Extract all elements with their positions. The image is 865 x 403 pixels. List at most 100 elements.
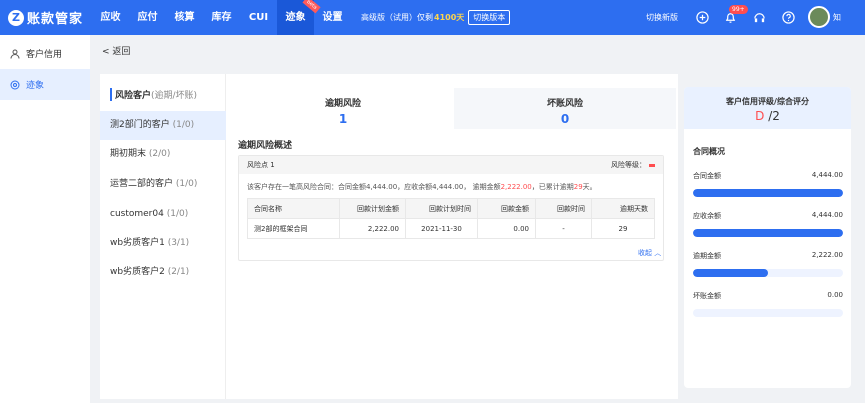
cell-overdue-days: 29 (591, 218, 655, 239)
nav-item-cui[interactable]: CUI (240, 0, 277, 35)
edition-days: 4100天 (434, 13, 465, 22)
user-icon (10, 49, 20, 59)
sidebar: 客户信用 迹象 (0, 35, 90, 403)
credit-header: 客户信用评级/综合评分 D /2 (684, 87, 851, 129)
overview-title: 逾期风险概述 (238, 141, 293, 151)
nav-item-signals[interactable]: 迹象 beta (277, 0, 321, 35)
top-navigation-bar: Z 账款管家 应收 应付 核算 库存 CUI 迹象 beta 设置 高级版（试用… (0, 0, 865, 35)
customer-list-title: 风险客户(逾期/坏账) (110, 88, 197, 101)
list-item[interactable]: wb劣质客户2 (2/1) (100, 258, 226, 287)
risk-description: 该客户存在一笔高风险合同：合同金额4,444.00，应收余额4,444.00， … (247, 182, 597, 192)
risk-point-label: 风险点 1 (247, 161, 275, 169)
main-nav: 应收 应付 核算 库存 CUI 迹象 beta 设置 (92, 0, 351, 35)
cell-contract-name: 测2部的框架合同 (247, 218, 340, 239)
back-link[interactable]: < 返回 (102, 44, 130, 57)
metric-value: 4,444.00 (811, 171, 843, 179)
column-header: 回款计划时间 (405, 198, 478, 219)
switch-new-version-link[interactable]: 切换新版 (646, 0, 678, 35)
logo[interactable]: Z 账款管家 (0, 0, 92, 35)
risk-level-indicator (649, 163, 655, 167)
customer-name: 测2部门的客户 (110, 120, 170, 130)
tab-label: 坏账风险 (546, 99, 583, 109)
switch-version-button[interactable]: 切换版本 (468, 10, 511, 25)
column-header: 合同名称 (247, 198, 340, 219)
add-icon[interactable] (695, 10, 709, 24)
sidebar-item-label: 迹象 (26, 81, 45, 91)
metric-bar-fill (693, 189, 843, 197)
repayment-table: 合同名称 回款计划金额 回款计划时间 回款金额 回款时间 逾期天数 测2部的框架… (247, 198, 655, 239)
logo-text: 账款管家 (27, 12, 84, 27)
metric-overdue-amount: 逾期金额 2,222.00 (693, 251, 843, 277)
customer-count: (1/0) (175, 179, 198, 189)
nav-item-inventory[interactable]: 库存 (203, 0, 240, 35)
customer-list-title-text: 风险客户 (115, 91, 152, 101)
column-header: 回款时间 (535, 198, 592, 219)
headset-icon[interactable] (752, 10, 766, 24)
customer-count: (2/0) (148, 149, 171, 159)
credit-title: 客户信用评级/综合评分 (726, 97, 809, 106)
credit-score: /2 (768, 109, 780, 123)
list-item[interactable]: 期初期末 (2/0) (100, 140, 226, 169)
risk-desc-overdue: 2,222.00 (500, 183, 532, 191)
tab-overdue-risk[interactable]: 逾期风险 1 (232, 88, 454, 129)
metric-label: 坏账金额 (693, 292, 721, 300)
customer-name: customer04 (110, 209, 164, 219)
radar-icon (10, 80, 20, 89)
customer-count: (1/0) (172, 120, 195, 130)
sidebar-item-customer-credit[interactable]: 客户信用 (0, 38, 90, 69)
tab-bad-debt-risk[interactable]: 坏账风险 0 (454, 88, 676, 129)
customer-name: wb劣质客户2 (110, 267, 165, 277)
cell-plan-amount: 2,222.00 (339, 218, 406, 239)
metric-label: 应收余额 (693, 212, 721, 220)
tab-count: 1 (338, 112, 348, 126)
cell-paid-date: - (535, 218, 592, 239)
customer-name: wb劣质客户1 (110, 238, 165, 248)
list-item[interactable]: 运营二部的客户 (1/0) (100, 170, 226, 199)
nav-item-accounting[interactable]: 核算 (166, 0, 203, 35)
risk-tabs: 逾期风险 1 坏账风险 0 (232, 88, 676, 129)
metric-bad-debt-amount: 坏账金额 0.00 (693, 291, 843, 317)
customer-name: 期初期末 (110, 149, 147, 159)
customer-count: (1/0) (166, 209, 189, 219)
customer-list-subtitle: (逾期/坏账) (151, 91, 198, 101)
metric-receivable-balance: 应收余额 4,444.00 (693, 211, 843, 237)
risk-desc-prefix: 该客户存在一笔高风险合同：合同金额4,444.00，应收余额4,444.00， … (247, 183, 501, 191)
metric-value: 4,444.00 (811, 211, 843, 219)
risk-desc-days: 29 (573, 183, 583, 191)
risk-level: 风险等级： (611, 160, 655, 170)
tab-label: 逾期风险 (324, 99, 361, 109)
help-icon[interactable] (781, 10, 795, 24)
credit-grade: D /2 (684, 109, 851, 123)
nav-item-signals-label: 迹象 (285, 12, 306, 23)
cell-paid-amount: 0.00 (477, 218, 536, 239)
customer-count: (2/1) (167, 267, 190, 277)
column-header: 逾期天数 (591, 198, 655, 219)
collapse-toggle[interactable]: 收起 ︿ (638, 248, 661, 258)
metric-contract-amount: 合同金额 4,444.00 (693, 171, 843, 197)
metric-bar (693, 229, 843, 237)
metric-bar (693, 189, 843, 197)
avatar[interactable] (808, 6, 830, 28)
list-item[interactable]: 测2部门的客户 (1/0) (100, 111, 226, 140)
customer-list: 风险客户(逾期/坏账) 测2部门的客户 (1/0) 期初期末 (2/0) 运营二… (100, 74, 226, 399)
metric-value: 0.00 (827, 291, 843, 299)
metric-label: 逾期金额 (693, 252, 721, 260)
risk-desc-suffix: 天。 (582, 183, 597, 191)
nav-item-settings[interactable]: 设置 (314, 0, 351, 35)
list-item[interactable]: customer04 (1/0) (100, 200, 226, 229)
metric-label: 合同金额 (693, 172, 721, 180)
user-name[interactable]: 知 (833, 0, 841, 35)
logo-mark: Z (8, 9, 24, 26)
customer-name: 运营二部的客户 (110, 179, 174, 189)
tab-count: 0 (560, 112, 570, 126)
nav-item-receivable[interactable]: 应收 (92, 0, 129, 35)
customer-count: (3/1) (167, 238, 190, 248)
cell-plan-date: 2021-11-30 (405, 218, 478, 239)
risk-card: 风险点 1 风险等级： 该客户存在一笔高风险合同：合同金额4,444.00，应收… (238, 155, 664, 261)
list-item[interactable]: wb劣质客户1 (3/1) (100, 229, 226, 258)
risk-level-label: 风险等级： (611, 161, 646, 169)
sidebar-item-signals[interactable]: 迹象 (0, 69, 90, 100)
column-header: 回款金额 (477, 198, 536, 219)
nav-item-payable[interactable]: 应付 (129, 0, 166, 35)
contract-overview-title: 合同概况 (693, 147, 725, 156)
